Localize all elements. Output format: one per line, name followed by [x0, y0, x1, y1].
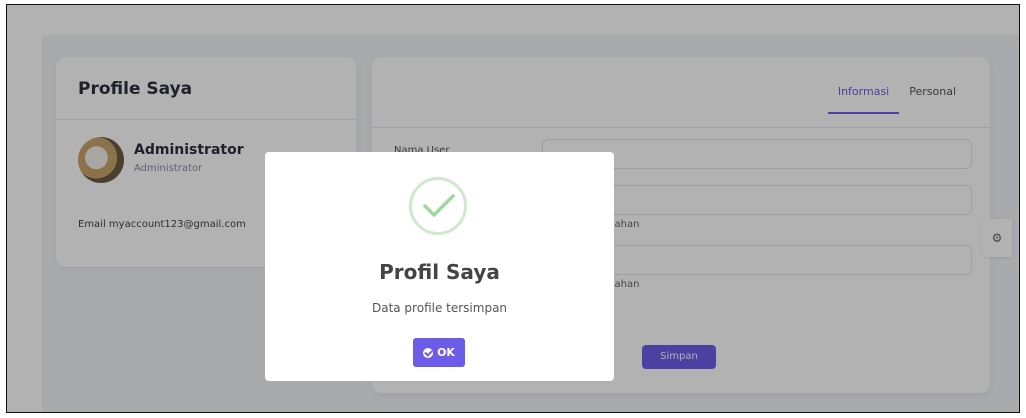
- check-circle-icon: [423, 347, 434, 358]
- success-check-icon: [409, 177, 467, 235]
- dialog-message: Data profile tersimpan: [371, 301, 508, 315]
- ok-button[interactable]: OK: [413, 338, 465, 367]
- ok-button-label: OK: [437, 346, 455, 359]
- success-dialog: Profil Saya Data profile tersimpan OK: [265, 152, 614, 381]
- dialog-title: Profil Saya: [379, 260, 500, 284]
- screenshot-frame: Profile Saya Administrator Administrator…: [6, 4, 1020, 413]
